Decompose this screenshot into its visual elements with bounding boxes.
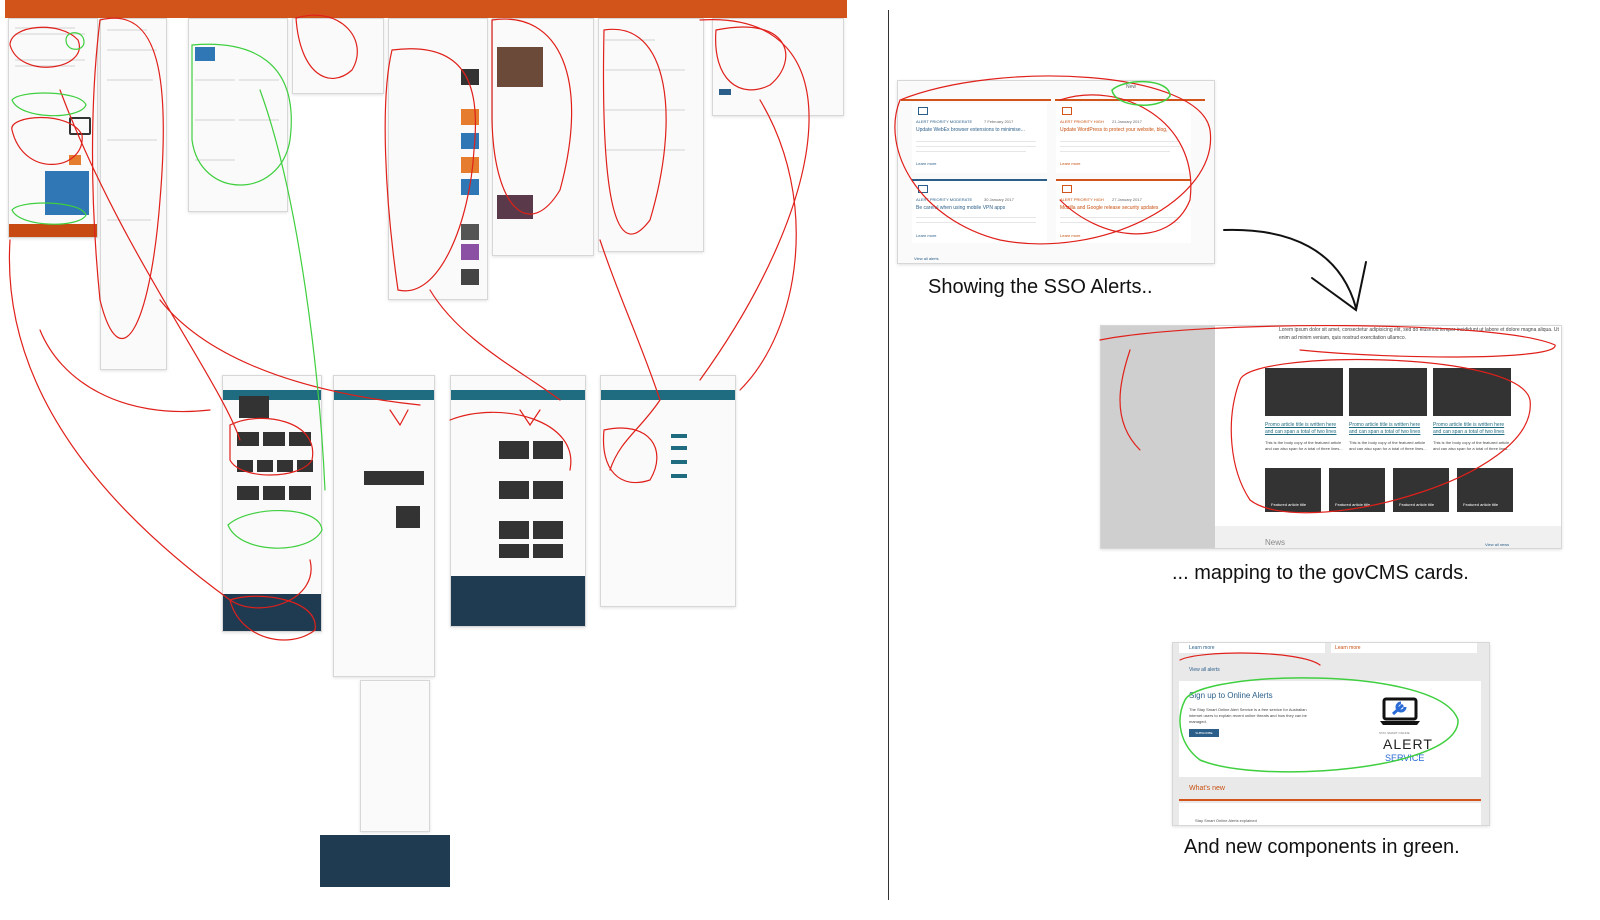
alert-priority: ALERT PRIORITY HIGH: [1060, 197, 1104, 202]
learn-more-link[interactable]: Learn more: [1335, 645, 1361, 651]
alert-service-logo-service: SERVICE: [1385, 753, 1425, 763]
featured-card[interactable]: Featured article title: [1393, 468, 1449, 512]
alert-card[interactable]: ALERT PRIORITY MODERATE 30 January 2017 …: [912, 179, 1047, 243]
alert-card[interactable]: ALERT PRIORITY HIGH 21 January 2017 Upda…: [1056, 103, 1191, 173]
learn-more-link[interactable]: Learn more: [916, 233, 936, 238]
overview-collage: [0, 0, 870, 900]
alert-date: 27 January 2017: [1112, 197, 1142, 202]
new-components-screenshot: Learn more Learn more View all alerts Si…: [1172, 642, 1490, 826]
promo-card[interactable]: Promo article title is written here and …: [1433, 368, 1511, 458]
alert-priority: ALERT PRIORITY MODERATE: [916, 119, 973, 124]
alert-date: 7 February 2017: [984, 119, 1014, 124]
old-site-page: [292, 18, 384, 94]
promo-title[interactable]: Promo article title is written here and …: [1349, 422, 1427, 436]
caption-sso-alerts: Showing the SSO Alerts..: [928, 276, 1153, 298]
warning-icon: [1062, 185, 1072, 193]
caption-new-components: And new components in green.: [1184, 836, 1460, 858]
govcms-template: [600, 375, 736, 607]
warning-icon: [1062, 107, 1072, 115]
learn-more-link[interactable]: Learn more: [916, 161, 936, 166]
laptop-icon: [918, 185, 928, 193]
section-divider: [888, 10, 889, 900]
featured-card[interactable]: Featured article title: [1265, 468, 1321, 512]
news-heading: News: [1265, 538, 1286, 547]
alert-card[interactable]: ALERT PRIORITY HIGH 27 January 2017 Mozi…: [1056, 179, 1191, 243]
old-site-page: [712, 18, 844, 116]
learn-more-link[interactable]: Learn more: [1060, 233, 1080, 238]
signup-body: The Stay Smart Online Alert Service is a…: [1189, 707, 1307, 724]
govcms-template: [360, 680, 430, 832]
promo-body: This is the body copy of the featured ar…: [1349, 440, 1427, 451]
featured-title: Featured article title: [1335, 502, 1371, 507]
alert-card[interactable]: ALERT PRIORITY MODERATE 7 February 2017 …: [912, 103, 1047, 173]
govcms-template: [222, 375, 322, 632]
news-label: New: [1126, 84, 1137, 90]
old-site-page: [598, 18, 704, 252]
caption-govcms-cards: ... mapping to the govCMS cards.: [1172, 562, 1469, 584]
govcms-cards-screenshot: Lorem ipsum dolor sit amet, consectetur …: [1100, 325, 1562, 549]
alert-priority: ALERT PRIORITY HIGH: [1060, 119, 1104, 124]
alerts-explained-link[interactable]: Stay Smart Online Alerts explained: [1195, 818, 1257, 823]
learn-more-link[interactable]: Learn more: [1189, 645, 1215, 651]
intro-text: Lorem ipsum dolor sit amet, consectetur …: [1279, 327, 1559, 341]
view-all-news-link[interactable]: View all news: [1485, 542, 1509, 547]
view-all-alerts-link[interactable]: View all alerts: [1189, 667, 1220, 673]
learn-more-link[interactable]: Learn more: [1060, 161, 1080, 166]
promo-card[interactable]: Promo article title is written here and …: [1265, 368, 1343, 458]
govcms-template: [450, 375, 586, 627]
alert-date: 21 January 2017: [1112, 119, 1142, 124]
alert-title[interactable]: Mozilla and Google release security upda…: [1060, 205, 1158, 211]
alert-service-logo-small: STAY SMART ONLINE: [1379, 731, 1410, 735]
old-site-page: [492, 18, 594, 256]
promo-body: This is the body copy of the featured ar…: [1433, 440, 1511, 451]
featured-card[interactable]: Featured article title: [1457, 468, 1513, 512]
view-all-alerts-link[interactable]: View all alerts: [914, 256, 939, 261]
old-site-page: [100, 18, 167, 370]
promo-image: [1265, 368, 1343, 416]
old-site-strip: [5, 0, 847, 18]
old-site-page: [388, 18, 488, 300]
laptop-wrench-icon: [1379, 697, 1421, 727]
featured-card[interactable]: Featured article title: [1329, 468, 1385, 512]
alert-date: 30 January 2017: [984, 197, 1014, 202]
old-site-page: [188, 18, 288, 212]
laptop-icon: [918, 107, 928, 115]
featured-title: Featured article title: [1271, 502, 1307, 507]
alert-title[interactable]: Update WebEx browser extensions to minim…: [916, 127, 1025, 133]
govcms-template: [333, 375, 435, 677]
promo-title[interactable]: Promo article title is written here and …: [1433, 422, 1511, 436]
alert-title[interactable]: Update WordPress to protect your website…: [1060, 127, 1167, 133]
promo-title[interactable]: Promo article title is written here and …: [1265, 422, 1343, 436]
promo-image: [1349, 368, 1427, 416]
featured-title: Featured article title: [1399, 502, 1435, 507]
promo-body: This is the body copy of the featured ar…: [1265, 440, 1343, 451]
signup-title: Sign up to Online Alerts: [1189, 691, 1273, 700]
signup-panel: Sign up to Online Alerts The Stay Smart …: [1179, 681, 1481, 777]
sso-alerts-screenshot: New ALERT PRIORITY MODERATE 7 February 2…: [897, 80, 1215, 264]
old-site-page: [8, 18, 98, 238]
govcms-footer: [320, 835, 450, 887]
promo-card[interactable]: Promo article title is written here and …: [1349, 368, 1427, 458]
alert-title[interactable]: Be careful when using mobile VPN apps: [916, 205, 1005, 211]
whats-new-heading: What's new: [1189, 785, 1225, 792]
alert-priority: ALERT PRIORITY MODERATE: [916, 197, 973, 202]
promo-image: [1433, 368, 1511, 416]
alert-service-logo-alert: ALERT: [1383, 736, 1433, 752]
subscribe-button[interactable]: SUBSCRIBE: [1189, 729, 1219, 737]
featured-title: Featured article title: [1463, 502, 1499, 507]
